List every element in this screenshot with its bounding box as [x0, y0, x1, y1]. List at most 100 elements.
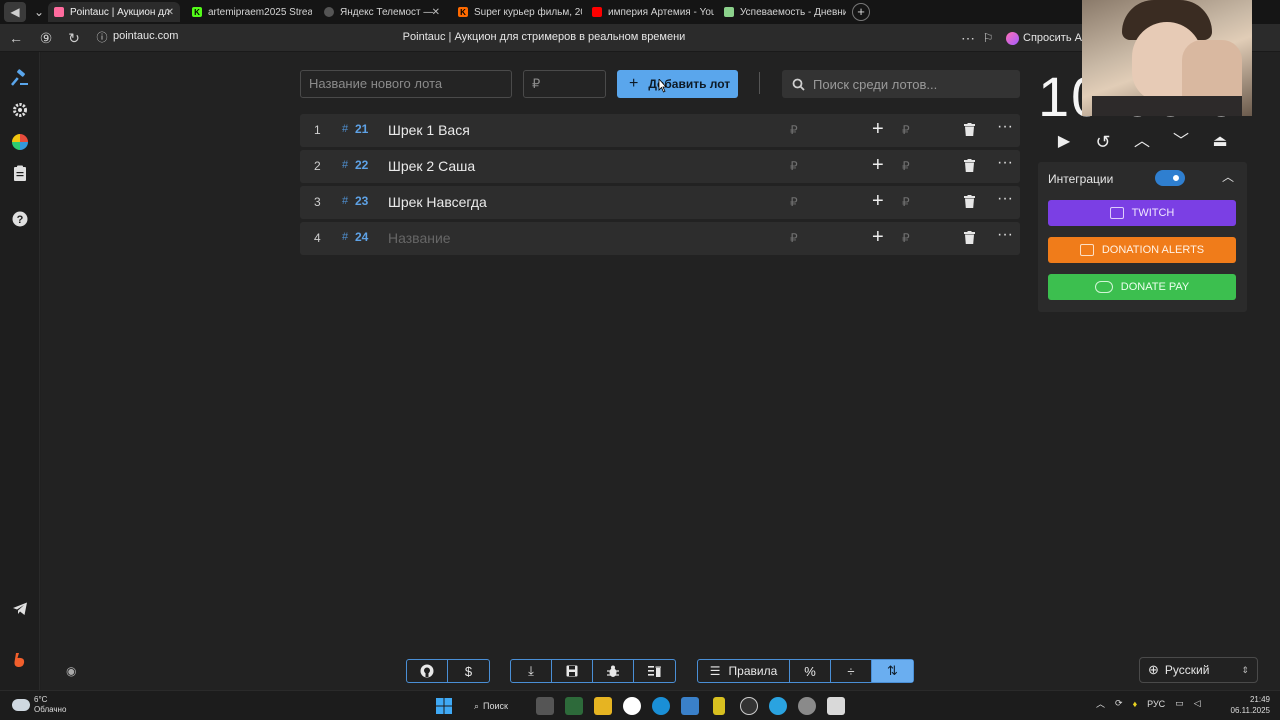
settings-taskbar-icon[interactable] [798, 697, 816, 715]
add-amount-plus-icon[interactable]: + [872, 190, 884, 213]
ask-ai-button[interactable]: Спросить Al [1006, 28, 1084, 48]
play-icon[interactable]: ▶ [1052, 130, 1076, 154]
add-amount-field[interactable]: ₽ [902, 123, 910, 137]
lot-name[interactable]: Шрек Навсегда [388, 194, 487, 210]
settings-gear-icon[interactable] [10, 100, 30, 120]
wheel-pie-icon[interactable] [10, 132, 30, 152]
store-icon[interactable] [565, 697, 583, 715]
add-amount-plus-icon[interactable]: + [872, 118, 884, 141]
edge-icon[interactable] [652, 697, 670, 715]
sync-icon[interactable]: ⟳ [1115, 698, 1123, 709]
lot-id[interactable]: 23 [355, 194, 368, 208]
percent-button[interactable]: % [790, 660, 831, 682]
lot-name[interactable]: Шрек 1 Вася [388, 122, 470, 138]
yandex-browser-icon[interactable] [623, 697, 641, 715]
donate-dollar-icon[interactable]: $ [448, 660, 489, 682]
more-menu-icon[interactable]: ··· [997, 190, 1013, 208]
donate-pay-button[interactable]: DONATE PAY [1048, 274, 1236, 300]
double-chevron-up-icon[interactable]: ⏏ [1208, 130, 1232, 154]
donation-alerts-button[interactable]: DONATION ALERTS [1048, 237, 1236, 263]
task-view-icon[interactable] [536, 697, 554, 715]
lot-name-placeholder[interactable]: Название [388, 230, 451, 246]
new-lot-amount-input[interactable]: ₽ [523, 70, 606, 98]
delete-trash-icon[interactable] [964, 231, 975, 244]
twitch-button[interactable]: TWITCH [1048, 200, 1236, 226]
add-amount-plus-icon[interactable]: + [872, 226, 884, 249]
more-options-icon[interactable]: ⋯ [960, 30, 976, 46]
language-select[interactable]: ⊕ Русский ⇕ [1139, 657, 1258, 683]
clear-list-icon[interactable] [634, 660, 675, 682]
tab-youtube[interactable]: империя Артемия - YouTu [586, 2, 714, 22]
more-menu-icon[interactable]: ··· [997, 118, 1013, 136]
close-tab-icon[interactable]: ✕ [166, 7, 174, 18]
windows-start-icon[interactable] [435, 697, 453, 715]
network-icon[interactable]: ▭ [1175, 698, 1184, 709]
toolbar-group-file: ⤓ [510, 659, 676, 683]
lot-amount-field[interactable]: ₽ [790, 123, 798, 137]
lot-number: 1 [314, 123, 321, 137]
tab-pointauc[interactable]: Pointauc | Аукцион дл ✕ [48, 2, 180, 22]
download-icon[interactable]: ⤓ [511, 660, 552, 682]
timer-controls: ▶ ↺ ︿ ﹀ ⏏ [1046, 130, 1242, 154]
speaker-icon[interactable]: ◀ [4, 2, 26, 22]
weather-widget[interactable]: 6°C Облачно [12, 695, 66, 715]
lot-search-input[interactable]: Поиск среди лотов... [782, 70, 1020, 98]
file-explorer-icon[interactable] [594, 697, 612, 715]
tab-telemost[interactable]: Яндекс Телемост — ✕ [318, 2, 446, 22]
delete-trash-icon[interactable] [964, 195, 975, 208]
microphone-icon[interactable]: ♦ [1133, 699, 1138, 709]
tray-chevron-up-icon[interactable]: ︿ [1096, 697, 1105, 710]
lot-amount-field[interactable]: ₽ [790, 231, 798, 245]
visibility-eye-icon[interactable]: ◉ [66, 664, 76, 678]
compress-icon[interactable]: ÷ [831, 660, 872, 682]
auction-gavel-icon[interactable] [10, 68, 30, 88]
collapse-chevron-up-icon[interactable]: ︿ [1222, 168, 1234, 185]
more-menu-icon[interactable]: ··· [997, 226, 1013, 244]
add-amount-plus-icon[interactable]: + [872, 154, 884, 177]
lot-name[interactable]: Шрек 2 Саша [388, 158, 475, 174]
add-amount-field[interactable]: ₽ [902, 159, 910, 173]
bookmark-icon[interactable]: ⚐ [980, 30, 996, 46]
taskbar-clock[interactable]: 21:49 06.11.2025 [1226, 694, 1270, 716]
obs-icon[interactable] [740, 697, 758, 715]
add-amount-field[interactable]: ₽ [902, 231, 910, 245]
more-menu-icon[interactable]: ··· [997, 154, 1013, 172]
bug-report-icon[interactable] [593, 660, 634, 682]
integrations-toggle[interactable] [1155, 170, 1185, 186]
delete-trash-icon[interactable] [964, 123, 975, 136]
add-amount-field[interactable]: ₽ [902, 195, 910, 209]
close-tab-icon[interactable]: ✕ [432, 7, 440, 18]
lot-id[interactable]: 22 [355, 158, 368, 172]
tab-dnevnik[interactable]: Успеваемость - Дневник [718, 2, 846, 22]
save-icon[interactable] [552, 660, 593, 682]
tab-list-chevron-icon[interactable]: ⌄ [28, 2, 50, 22]
lot-amount-field[interactable]: ₽ [790, 159, 798, 173]
telegram-taskbar-icon[interactable] [769, 697, 787, 715]
help-question-icon[interactable]: ? [10, 209, 30, 229]
input-language[interactable]: РУС [1147, 699, 1165, 709]
rules-button[interactable]: ☰ Правила [698, 660, 790, 682]
lot-amount-field[interactable]: ₽ [790, 195, 798, 209]
new-lot-name-input[interactable]: Название нового лота [300, 70, 512, 98]
delete-trash-icon[interactable] [964, 159, 975, 172]
sort-arrows-icon[interactable]: ⇅ [872, 660, 913, 682]
app-icon[interactable] [713, 697, 725, 715]
volume-icon[interactable]: ◁ [1194, 698, 1201, 709]
telegram-icon[interactable] [10, 599, 30, 619]
lot-id[interactable]: 21 [355, 122, 368, 136]
boosty-icon[interactable] [10, 650, 30, 670]
lot-number: 3 [314, 195, 321, 209]
lot-id[interactable]: 24 [355, 230, 368, 244]
new-tab-button[interactable]: + [852, 3, 870, 21]
clipboard-history-icon[interactable] [10, 163, 30, 183]
photos-icon[interactable] [681, 697, 699, 715]
github-icon[interactable] [407, 660, 448, 682]
subtract-time-chevron-down-icon[interactable]: ﹀ [1169, 130, 1193, 154]
add-time-chevron-up-icon[interactable]: ︿ [1130, 130, 1154, 154]
add-lot-button[interactable]: + Добавить лот [617, 70, 738, 98]
snipping-tool-icon[interactable] [827, 697, 845, 715]
tab-kick[interactable]: K artemipraem2025 Stream [186, 2, 312, 22]
tab-kinopoisk[interactable]: K Super курьер фильм, 202 [452, 2, 582, 22]
taskbar-search-button[interactable]: ⌕ Поиск [468, 697, 522, 715]
reset-timer-icon[interactable]: ↺ [1091, 130, 1115, 154]
